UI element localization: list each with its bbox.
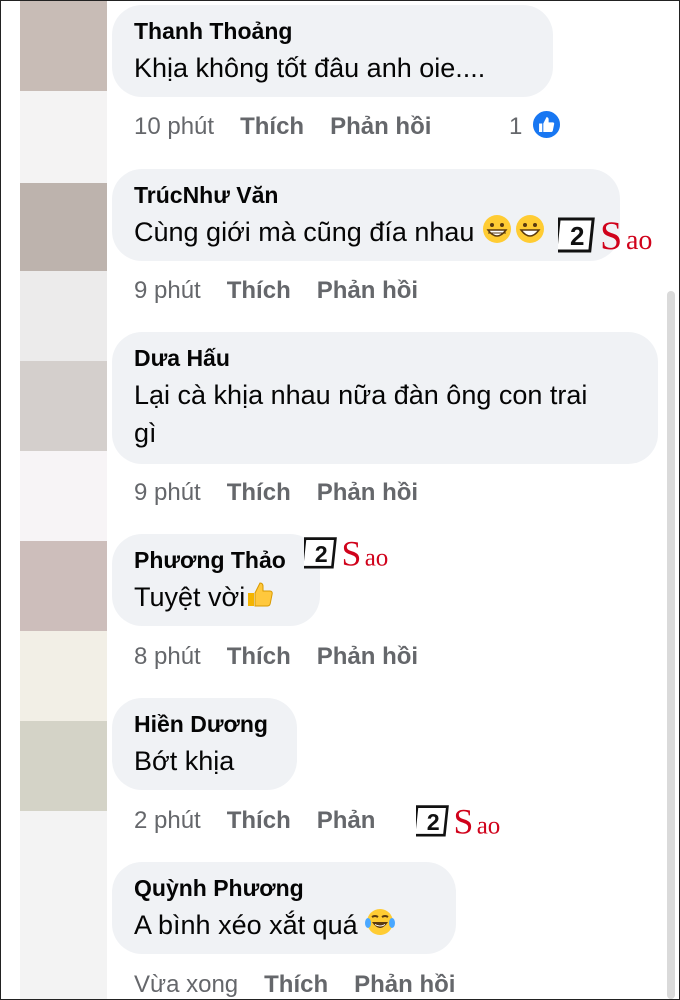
avatar[interactable] <box>20 361 107 451</box>
comment-bubble: Dưa Hấu Lại cà khịa nhau nữa đàn ông con… <box>112 332 658 464</box>
reply-button[interactable]: Phản hồi <box>317 277 418 304</box>
thumbs-up-icon[interactable] <box>531 109 562 140</box>
comment-time[interactable]: 10 phút <box>134 113 214 140</box>
comment-text: Bớt khịa <box>134 746 235 776</box>
comment-author[interactable]: Phương Thảo <box>134 546 298 574</box>
thumbs-up-emoji-icon <box>245 579 275 619</box>
like-button[interactable]: Thích <box>227 479 291 506</box>
comment-time[interactable]: 9 phút <box>134 479 201 506</box>
comment-author[interactable]: TrúcNhư Văn <box>134 181 598 209</box>
reply-button[interactable]: Phản <box>317 807 376 834</box>
comment-text: Cùng giới mà cũng đía nhau <box>134 213 598 254</box>
comment-time[interactable]: Vừa xong <box>134 971 238 998</box>
avatar[interactable] <box>20 541 107 631</box>
avatar-column <box>20 1 107 999</box>
watermark-logo: 2 Sao <box>300 529 404 580</box>
comment-actions: 10 phút Thích Phản hồi <box>134 113 457 141</box>
comment-time[interactable]: 9 phút <box>134 277 201 304</box>
svg-text:ao: ao <box>626 225 652 256</box>
avatar[interactable] <box>20 183 107 271</box>
comment-author[interactable]: Thanh Thoảng <box>134 17 531 45</box>
avatar[interactable] <box>20 1 107 91</box>
avatar-gap <box>20 451 107 541</box>
avatar-gap <box>20 91 107 183</box>
reply-button[interactable]: Phản hồi <box>330 113 431 140</box>
comment-actions: 2 phút Thích Phản <box>134 807 401 835</box>
like-button[interactable]: Thích <box>240 113 304 140</box>
like-button[interactable]: Thích <box>227 643 291 670</box>
reaction-count[interactable]: 1 <box>509 113 522 141</box>
svg-text:ao: ao <box>477 812 501 839</box>
watermark-logo: 2 Sao <box>412 797 516 848</box>
comment-text: A bình xéo xắt quá <box>134 906 434 947</box>
reply-button[interactable]: Phản hồi <box>354 971 455 998</box>
comment-bubble: Quỳnh Phương A bình xéo xắt quá <box>112 862 456 954</box>
comment-actions: 9 phút Thích Phản hồi <box>134 277 444 305</box>
reply-button[interactable]: Phản hồi <box>317 479 418 506</box>
comment-bubble: Hiền Dương Bớt khịa <box>112 698 297 790</box>
comment-author[interactable]: Hiền Dương <box>134 710 275 738</box>
watermark-logo: 2 Sao <box>554 211 670 262</box>
avatar-gap <box>20 271 107 361</box>
comment-time[interactable]: 8 phút <box>134 643 201 670</box>
comment-time[interactable]: 2 phút <box>134 807 201 834</box>
svg-text:ao: ao <box>365 544 389 571</box>
avatar-gap <box>20 631 107 721</box>
svg-text:S: S <box>342 533 362 573</box>
comment-bubble: Phương Thảo Tuyệt vời <box>112 534 320 626</box>
like-button[interactable]: Thích <box>227 277 291 304</box>
svg-text:S: S <box>454 801 474 841</box>
comment-bubble: Thanh Thoảng Khịa không tốt đâu anh oie.… <box>112 5 553 97</box>
comment-actions: 8 phút Thích Phản hồi <box>134 643 444 671</box>
svg-text:2: 2 <box>315 541 328 567</box>
svg-text:2: 2 <box>570 221 584 251</box>
avatar-gap <box>20 811 107 999</box>
svg-text:S: S <box>600 213 622 257</box>
grinning-emoji-icon <box>515 214 545 254</box>
reply-button[interactable]: Phản hồi <box>317 643 418 670</box>
grinning-emoji-icon <box>482 214 512 254</box>
like-button[interactable]: Thích <box>227 807 291 834</box>
comment-bubble: TrúcNhư Văn Cùng giới mà cũng đía nhau <box>112 169 620 261</box>
comment-text: Tuyệt vời <box>134 578 298 619</box>
scrollbar[interactable] <box>667 291 675 999</box>
like-button[interactable]: Thích <box>264 971 328 998</box>
tears-of-joy-emoji-icon <box>365 907 396 947</box>
avatar[interactable] <box>20 721 107 811</box>
comment-actions: Vừa xong Thích Phản hồi <box>134 971 481 999</box>
comment-author[interactable]: Dưa Hấu <box>134 344 636 372</box>
comment-thread: Thanh Thoảng Khịa không tốt đâu anh oie.… <box>0 0 680 1000</box>
comment-text: Khịa không tốt đâu anh oie.... <box>134 53 486 83</box>
comment-text: Lại cà khịa nhau nữa đàn ông con trai gì <box>134 380 588 448</box>
comment-actions: 9 phút Thích Phản hồi <box>134 479 444 507</box>
svg-text:2: 2 <box>427 809 440 835</box>
comment-author[interactable]: Quỳnh Phương <box>134 874 434 902</box>
